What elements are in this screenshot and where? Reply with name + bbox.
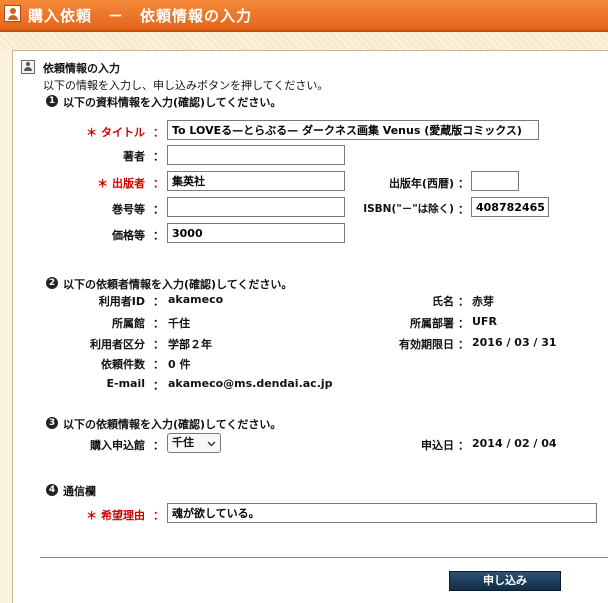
branch-select-value: 千住 (172, 436, 194, 449)
title-input[interactable] (167, 120, 539, 140)
isbn-input[interactable] (471, 197, 549, 217)
branch-select[interactable]: 千住 (167, 433, 221, 453)
colon: ： (458, 203, 469, 216)
step-2-heading: 以下の依頼者情報を入力(確認)してください。 (63, 278, 293, 291)
name-value: 赤芽 (472, 295, 494, 308)
chevron-down-icon (207, 441, 216, 447)
step-1-badge: 1 (46, 95, 58, 107)
colon: ： (458, 317, 469, 330)
dept-value: UFR (472, 315, 497, 328)
expiry-value: 2016 / 03 / 31 (472, 336, 557, 349)
volume-label: 巻号等 (112, 203, 145, 216)
userid-label: 利用者ID (98, 295, 145, 308)
library-value: 千住 (168, 317, 190, 330)
isbn-label: ISBN("－"は除く) (363, 203, 454, 215)
colon: ： (153, 509, 164, 522)
date-label: 申込日 (421, 439, 454, 452)
author-input[interactable] (167, 145, 345, 165)
colon: ： (153, 379, 164, 392)
step-1-heading: 以下の資料情報を入力(確認)してください。 (63, 96, 282, 109)
author-label: 著者 (123, 150, 145, 163)
date-value: 2014 / 02 / 04 (472, 437, 557, 450)
colon: ： (153, 358, 164, 371)
colon: ： (153, 150, 164, 163)
form-panel: 依頼情報の入力 以下の情報を入力し、申し込みボタンを押してください。 1 以下の… (12, 50, 608, 603)
step-2-badge: 2 (46, 277, 58, 289)
reason-input[interactable] (167, 503, 597, 523)
name-label: 氏名 (432, 295, 454, 308)
colon: ： (458, 338, 469, 351)
volume-input[interactable] (167, 197, 345, 217)
colon: ： (153, 317, 164, 330)
dept-label: 所属部署 (410, 317, 454, 330)
email-value: akameco@ms.dendai.ac.jp (168, 377, 333, 390)
colon: ： (153, 229, 164, 242)
colon: ： (458, 177, 469, 190)
user-icon (4, 5, 21, 22)
publisher-label: ＊ 出版者 (97, 177, 145, 190)
pubyear-input[interactable] (471, 171, 519, 191)
colon: ： (153, 126, 164, 139)
branch-label: 購入申込館 (90, 439, 145, 452)
title-label: ＊ タイトル (86, 126, 145, 139)
colon: ： (153, 203, 164, 216)
colon: ： (458, 295, 469, 308)
submit-button[interactable]: 申し込み (449, 571, 561, 591)
expiry-label: 有効期限日 (399, 338, 454, 351)
page-title: 購入依頼 － 依頼情報の入力 (28, 7, 253, 25)
colon: ： (153, 177, 164, 190)
user-icon (21, 60, 35, 74)
reason-label: ＊ 希望理由 (86, 509, 145, 522)
count-label: 依頼件数 (101, 358, 145, 371)
publisher-input[interactable] (167, 171, 345, 191)
step-4-badge: 4 (46, 484, 58, 496)
section-title: 依頼情報の入力 (43, 62, 120, 75)
instruction-text: 以下の情報を入力し、申し込みボタンを押してください。 (43, 79, 329, 92)
title-bar: 購入依頼 － 依頼情報の入力 (0, 0, 608, 32)
count-value: 0 件 (168, 358, 191, 371)
step-3-badge: 3 (46, 417, 58, 429)
colon: ： (153, 295, 164, 308)
price-input[interactable] (167, 223, 345, 243)
category-label: 利用者区分 (90, 338, 145, 351)
colon: ： (153, 338, 164, 351)
step-3-heading: 以下の依頼情報を入力(確認)してください。 (63, 418, 282, 431)
divider (40, 557, 608, 558)
step-4-heading: 通信欄 (63, 485, 96, 498)
colon: ： (458, 439, 469, 452)
price-label: 価格等 (112, 229, 145, 242)
colon: ： (153, 439, 164, 452)
stripe-band (0, 32, 608, 50)
email-label: E-mail (106, 377, 145, 390)
pubyear-label: 出版年(西暦) (388, 177, 454, 190)
category-value: 学部２年 (168, 338, 212, 351)
userid-value: akameco (168, 293, 224, 306)
library-label: 所属館 (112, 317, 145, 330)
